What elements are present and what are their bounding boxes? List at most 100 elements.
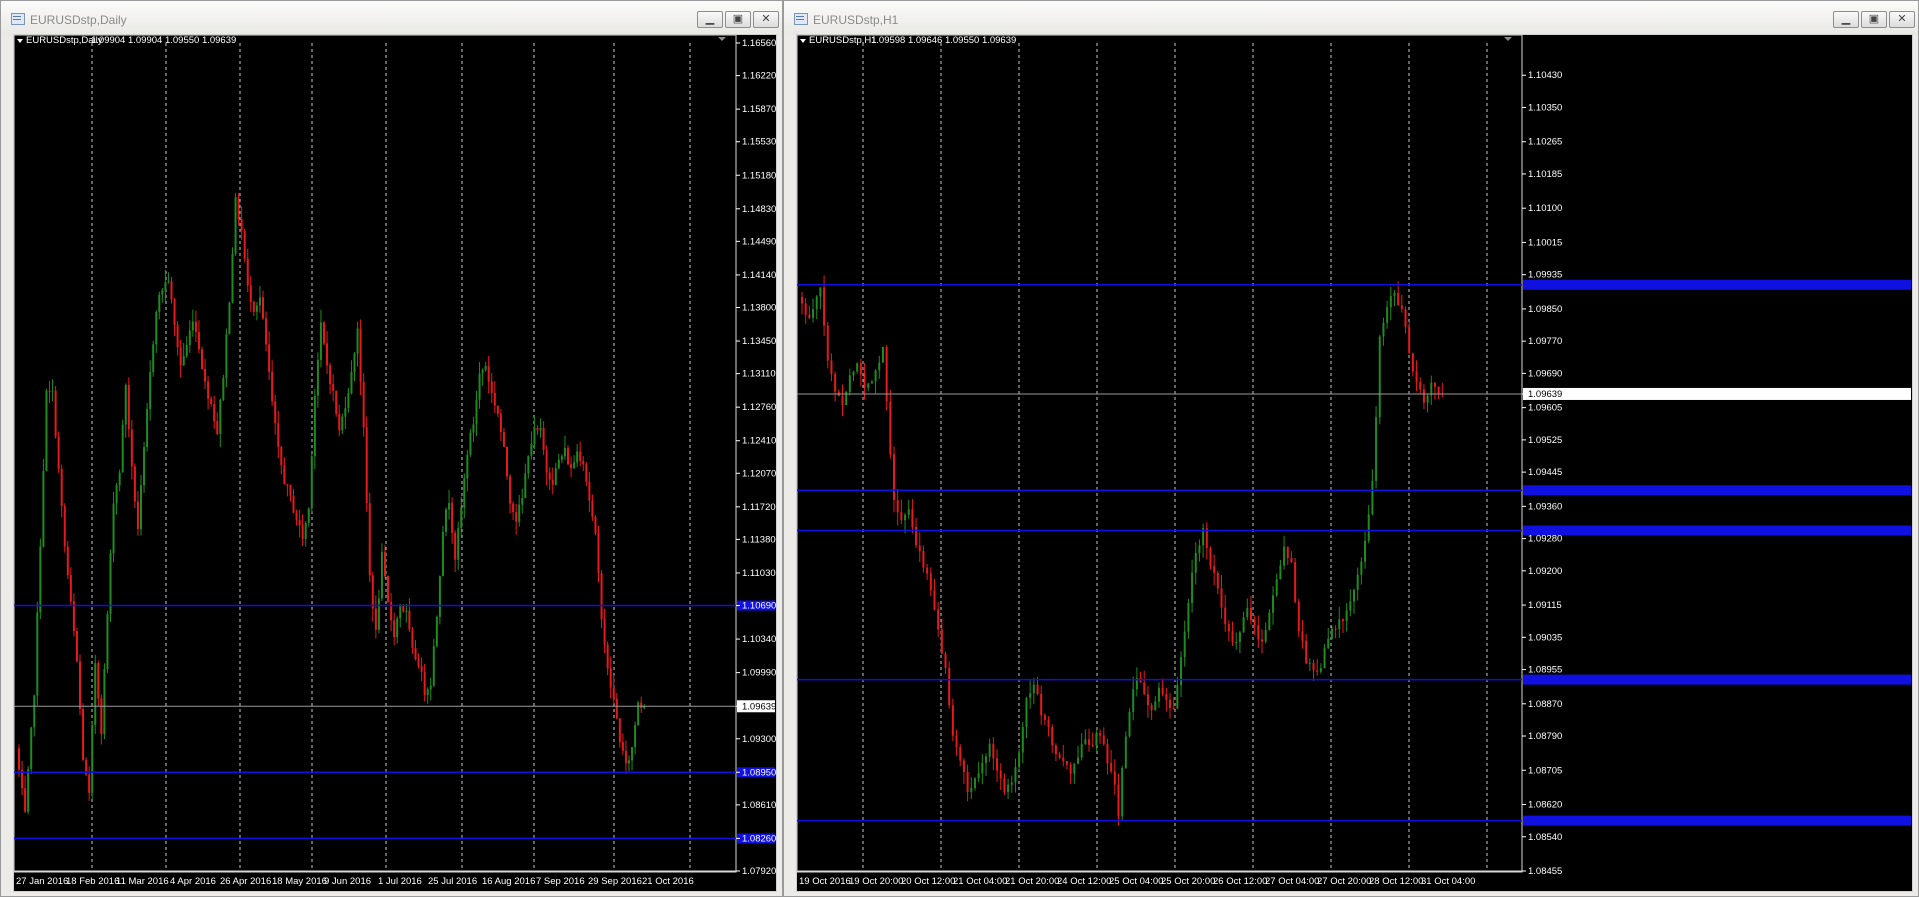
maximize-icon: ▣ (1868, 13, 1880, 25)
candle-body (907, 509, 910, 515)
candle-body (97, 663, 100, 699)
candle-body (454, 532, 457, 560)
candle-body (130, 429, 133, 467)
candle-body (1073, 763, 1076, 774)
candle-body (640, 702, 643, 708)
close-button[interactable]: ✕ (1889, 11, 1915, 28)
candle-body (100, 698, 103, 735)
candle-body (1334, 628, 1337, 630)
candle-body (493, 392, 496, 406)
candle-body (557, 459, 560, 469)
x-tick-label: 26 Oct 12:00 (1213, 876, 1267, 887)
candle-body (24, 788, 27, 812)
x-tick-label: 7 Sep 2016 (536, 876, 585, 887)
candle-body (521, 498, 524, 505)
candle-body (1404, 309, 1407, 327)
y-tick-label: 1.10350 (1528, 102, 1562, 113)
candle-body (112, 503, 115, 554)
candle-body (63, 505, 66, 547)
price-chart[interactable]: EURUSDstp,H1 1.09598 1.09646 1.09550 1.09… (796, 34, 1913, 892)
candle-body (445, 509, 447, 532)
candle-body (222, 378, 225, 400)
candle-body (539, 427, 542, 431)
candle-body (234, 197, 237, 254)
candle-body (1375, 417, 1378, 481)
candle-body (408, 610, 411, 630)
y-tick-label: 1.10690 (742, 601, 776, 612)
candle-body (624, 750, 627, 764)
candle-body (94, 663, 97, 725)
candle-body (1018, 752, 1021, 768)
candle-body (396, 618, 399, 638)
minimize-button[interactable]: ▁ (697, 11, 723, 28)
y-tick-label: 1.08455 (1528, 866, 1562, 877)
candle-body (417, 659, 420, 667)
window-title-bar[interactable]: EURUSDstp,Daily ▁ ▣ ✕ (1, 1, 782, 35)
candle-body (1029, 693, 1032, 699)
maximize-button[interactable]: ▣ (725, 11, 751, 28)
candle-body (36, 612, 39, 696)
candle-body (258, 297, 261, 306)
candle-body (27, 768, 30, 812)
level-price-tag (1523, 279, 1911, 290)
candle-body (1088, 739, 1091, 745)
candle-body (1246, 607, 1249, 618)
candle-body (1356, 574, 1359, 590)
candle-body (1224, 607, 1227, 625)
candle-body (319, 322, 322, 360)
candle-body (484, 365, 487, 371)
h1-chart-window[interactable]: EURUSDstp,H1 ▁ ▣ ✕ EURUSDstp,H1 1.09598 1… (783, 0, 1919, 897)
level-price-tag (1523, 674, 1911, 685)
candle-body (1209, 548, 1212, 567)
candle-body (929, 573, 932, 591)
candle-body (79, 661, 81, 710)
candle-body (1242, 617, 1245, 633)
maximize-button[interactable]: ▣ (1861, 11, 1887, 28)
candle-body (966, 771, 969, 793)
y-tick-label: 1.09935 (1528, 270, 1562, 281)
candle-body (1161, 687, 1164, 695)
candle-body (1393, 293, 1396, 296)
window-title-bar[interactable]: EURUSDstp,H1 ▁ ▣ ✕ (784, 1, 1918, 35)
chart-canvas[interactable]: EURUSDstp,Daily1.09904 1.09904 1.09550 1… (14, 35, 778, 893)
candle-body (374, 608, 377, 630)
candle-body (213, 403, 216, 422)
candle-body (506, 446, 508, 477)
candle-body (615, 698, 618, 719)
candle-body (48, 390, 51, 392)
price-chart[interactable]: EURUSDstp,Daily 1.09904 1.09904 1.09550 1… (13, 34, 777, 892)
candle-body (75, 631, 78, 662)
triangle-down-icon (17, 39, 23, 43)
y-tick-label: 1.12760 (742, 402, 776, 413)
candle-body (295, 512, 298, 520)
y-tick-label: 1.09035 (1528, 632, 1562, 643)
y-tick-label: 1.11720 (742, 502, 776, 513)
candle-body (60, 468, 63, 506)
chart-canvas[interactable]: EURUSDstp,H11.09598 1.09646 1.09550 1.09… (797, 35, 1914, 893)
minimize-button[interactable]: ▁ (1833, 11, 1859, 28)
candle-body (365, 427, 368, 504)
candle-body (335, 390, 338, 414)
candle-body (1132, 689, 1135, 712)
candle-body (576, 451, 579, 463)
candle-body (1077, 757, 1079, 764)
candle-body (567, 447, 569, 465)
candle-body (231, 253, 234, 303)
y-tick-label: 1.13450 (742, 336, 776, 347)
minimize-icon: ▁ (705, 13, 715, 25)
candle-body (1238, 632, 1241, 643)
candle-body (885, 346, 888, 402)
candle-body (830, 360, 833, 375)
candle-body (197, 332, 200, 350)
candle-body (353, 353, 356, 372)
candle-body (426, 689, 429, 696)
chart-window-icon (794, 13, 808, 25)
x-tick-label: 28 Oct 12:00 (1369, 876, 1423, 887)
candle-body (1272, 595, 1275, 613)
candle-body (823, 287, 826, 326)
candle-body (368, 503, 371, 576)
x-tick-label: 21 Oct 2016 (642, 876, 694, 887)
daily-chart-window[interactable]: EURUSDstp,Daily ▁ ▣ ✕ EURUSDstp,Daily 1.0… (0, 0, 783, 897)
close-button[interactable]: ✕ (753, 11, 779, 28)
x-tick-label: 25 Oct 20:00 (1161, 876, 1215, 887)
